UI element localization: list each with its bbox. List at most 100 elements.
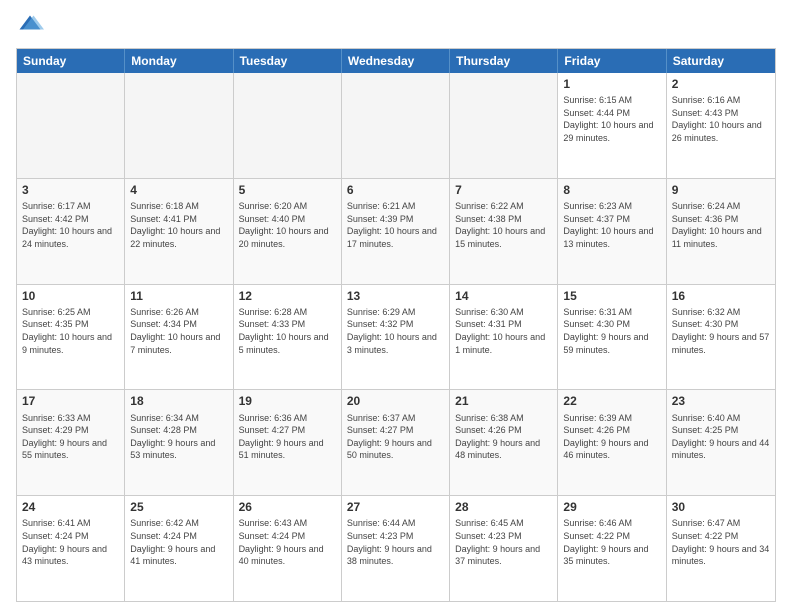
day-number: 2 [672,76,770,92]
day-cell-23: 23 Sunrise: 6:40 AMSunset: 4:25 PMDayligh… [667,390,775,495]
day-cell-2: 2 Sunrise: 6:16 AMSunset: 4:43 PMDaylight… [667,73,775,178]
day-number: 20 [347,393,444,409]
day-cell-22: 22 Sunrise: 6:39 AMSunset: 4:26 PMDayligh… [558,390,666,495]
day-info: Sunrise: 6:32 AMSunset: 4:30 PMDaylight:… [672,306,770,356]
day-number: 17 [22,393,119,409]
day-cell-11: 11 Sunrise: 6:26 AMSunset: 4:34 PMDayligh… [125,285,233,390]
day-cell-24: 24Sunrise: 6:41 AMSunset: 4:24 PMDayligh… [17,496,125,601]
day-info: Sunrise: 6:44 AMSunset: 4:23 PMDaylight:… [347,517,444,567]
day-header-thursday: Thursday [450,49,558,73]
day-info: Sunrise: 6:42 AMSunset: 4:24 PMDaylight:… [130,517,227,567]
day-number: 19 [239,393,336,409]
day-number: 11 [130,288,227,304]
day-number: 29 [563,499,660,515]
calendar-header: SundayMondayTuesdayWednesdayThursdayFrid… [17,49,775,73]
day-cell-29: 29 Sunrise: 6:46 AMSunset: 4:22 PMDayligh… [558,496,666,601]
day-number: 26 [239,499,336,515]
day-info: Sunrise: 6:24 AMSunset: 4:36 PMDaylight:… [672,200,770,250]
day-number: 23 [672,393,770,409]
day-header-saturday: Saturday [667,49,775,73]
day-cell-26: 26 Sunrise: 6:43 AMSunset: 4:24 PMDayligh… [234,496,342,601]
day-number: 4 [130,182,227,198]
day-info: Sunrise: 6:34 AMSunset: 4:28 PMDaylight:… [130,412,227,462]
empty-cell [234,73,342,178]
day-cell-15: 15 Sunrise: 6:31 AMSunset: 4:30 PMDayligh… [558,285,666,390]
day-cell-19: 19 Sunrise: 6:36 AMSunset: 4:27 PMDayligh… [234,390,342,495]
day-number: 10 [22,288,119,304]
day-info: Sunrise: 6:16 AMSunset: 4:43 PMDaylight:… [672,94,770,144]
logo [16,12,48,40]
day-number: 18 [130,393,227,409]
day-header-sunday: Sunday [17,49,125,73]
day-cell-25: 25 Sunrise: 6:42 AMSunset: 4:24 PMDayligh… [125,496,233,601]
day-info: Sunrise: 6:45 AMSunset: 4:23 PMDaylight:… [455,517,552,567]
calendar-week-2: 3 Sunrise: 6:17 AMSunset: 4:42 PMDaylight… [17,178,775,284]
day-info: Sunrise: 6:25 AMSunset: 4:35 PMDaylight:… [22,306,119,356]
day-number: 14 [455,288,552,304]
day-cell-6: 6 Sunrise: 6:21 AMSunset: 4:39 PMDaylight… [342,179,450,284]
day-number: 30 [672,499,770,515]
day-info: Sunrise: 6:43 AMSunset: 4:24 PMDaylight:… [239,517,336,567]
day-number: 28 [455,499,552,515]
day-number: 13 [347,288,444,304]
day-cell-10: 10 Sunrise: 6:25 AMSunset: 4:35 PMDayligh… [17,285,125,390]
day-number: 21 [455,393,552,409]
page: SundayMondayTuesdayWednesdayThursdayFrid… [0,0,792,612]
day-info: Sunrise: 6:23 AMSunset: 4:37 PMDaylight:… [563,200,660,250]
day-cell-16: 16 Sunrise: 6:32 AMSunset: 4:30 PMDayligh… [667,285,775,390]
calendar-week-5: 24Sunrise: 6:41 AMSunset: 4:24 PMDayligh… [17,495,775,601]
empty-cell [125,73,233,178]
day-cell-20: 20 Sunrise: 6:37 AMSunset: 4:27 PMDayligh… [342,390,450,495]
header [16,12,776,40]
day-cell-3: 3 Sunrise: 6:17 AMSunset: 4:42 PMDaylight… [17,179,125,284]
day-info: Sunrise: 6:47 AMSunset: 4:22 PMDaylight:… [672,517,770,567]
day-cell-21: 21Sunrise: 6:38 AMSunset: 4:26 PMDayligh… [450,390,558,495]
day-info: Sunrise: 6:15 AMSunset: 4:44 PMDaylight:… [563,94,660,144]
day-number: 27 [347,499,444,515]
day-cell-4: 4Sunrise: 6:18 AMSunset: 4:41 PMDaylight… [125,179,233,284]
day-number: 6 [347,182,444,198]
day-info: Sunrise: 6:20 AMSunset: 4:40 PMDaylight:… [239,200,336,250]
empty-cell [17,73,125,178]
day-cell-7: 7 Sunrise: 6:22 AMSunset: 4:38 PMDaylight… [450,179,558,284]
day-number: 25 [130,499,227,515]
day-cell-9: 9Sunrise: 6:24 AMSunset: 4:36 PMDaylight… [667,179,775,284]
day-cell-12: 12 Sunrise: 6:28 AMSunset: 4:33 PMDayligh… [234,285,342,390]
day-header-monday: Monday [125,49,233,73]
day-number: 3 [22,182,119,198]
day-info: Sunrise: 6:28 AMSunset: 4:33 PMDaylight:… [239,306,336,356]
day-number: 16 [672,288,770,304]
day-info: Sunrise: 6:36 AMSunset: 4:27 PMDaylight:… [239,412,336,462]
day-info: Sunrise: 6:33 AMSunset: 4:29 PMDaylight:… [22,412,119,462]
day-header-friday: Friday [558,49,666,73]
calendar-week-4: 17 Sunrise: 6:33 AMSunset: 4:29 PMDayligh… [17,389,775,495]
day-info: Sunrise: 6:22 AMSunset: 4:38 PMDaylight:… [455,200,552,250]
empty-cell [342,73,450,178]
day-info: Sunrise: 6:40 AMSunset: 4:25 PMDaylight:… [672,412,770,462]
calendar: SundayMondayTuesdayWednesdayThursdayFrid… [16,48,776,602]
day-info: Sunrise: 6:29 AMSunset: 4:32 PMDaylight:… [347,306,444,356]
day-info: Sunrise: 6:17 AMSunset: 4:42 PMDaylight:… [22,200,119,250]
day-number: 15 [563,288,660,304]
day-cell-18: 18 Sunrise: 6:34 AMSunset: 4:28 PMDayligh… [125,390,233,495]
day-cell-27: 27 Sunrise: 6:44 AMSunset: 4:23 PMDayligh… [342,496,450,601]
day-info: Sunrise: 6:39 AMSunset: 4:26 PMDaylight:… [563,412,660,462]
day-info: Sunrise: 6:37 AMSunset: 4:27 PMDaylight:… [347,412,444,462]
day-info: Sunrise: 6:30 AMSunset: 4:31 PMDaylight:… [455,306,552,356]
day-info: Sunrise: 6:46 AMSunset: 4:22 PMDaylight:… [563,517,660,567]
day-info: Sunrise: 6:21 AMSunset: 4:39 PMDaylight:… [347,200,444,250]
day-info: Sunrise: 6:31 AMSunset: 4:30 PMDaylight:… [563,306,660,356]
day-number: 12 [239,288,336,304]
day-number: 8 [563,182,660,198]
day-cell-13: 13 Sunrise: 6:29 AMSunset: 4:32 PMDayligh… [342,285,450,390]
logo-icon [16,12,44,40]
day-cell-8: 8 Sunrise: 6:23 AMSunset: 4:37 PMDaylight… [558,179,666,284]
calendar-week-3: 10 Sunrise: 6:25 AMSunset: 4:35 PMDayligh… [17,284,775,390]
day-info: Sunrise: 6:26 AMSunset: 4:34 PMDaylight:… [130,306,227,356]
day-cell-5: 5Sunrise: 6:20 AMSunset: 4:40 PMDaylight… [234,179,342,284]
day-number: 7 [455,182,552,198]
day-number: 22 [563,393,660,409]
calendar-week-1: 1Sunrise: 6:15 AMSunset: 4:44 PMDaylight… [17,73,775,178]
empty-cell [450,73,558,178]
day-info: Sunrise: 6:41 AMSunset: 4:24 PMDaylight:… [22,517,119,567]
